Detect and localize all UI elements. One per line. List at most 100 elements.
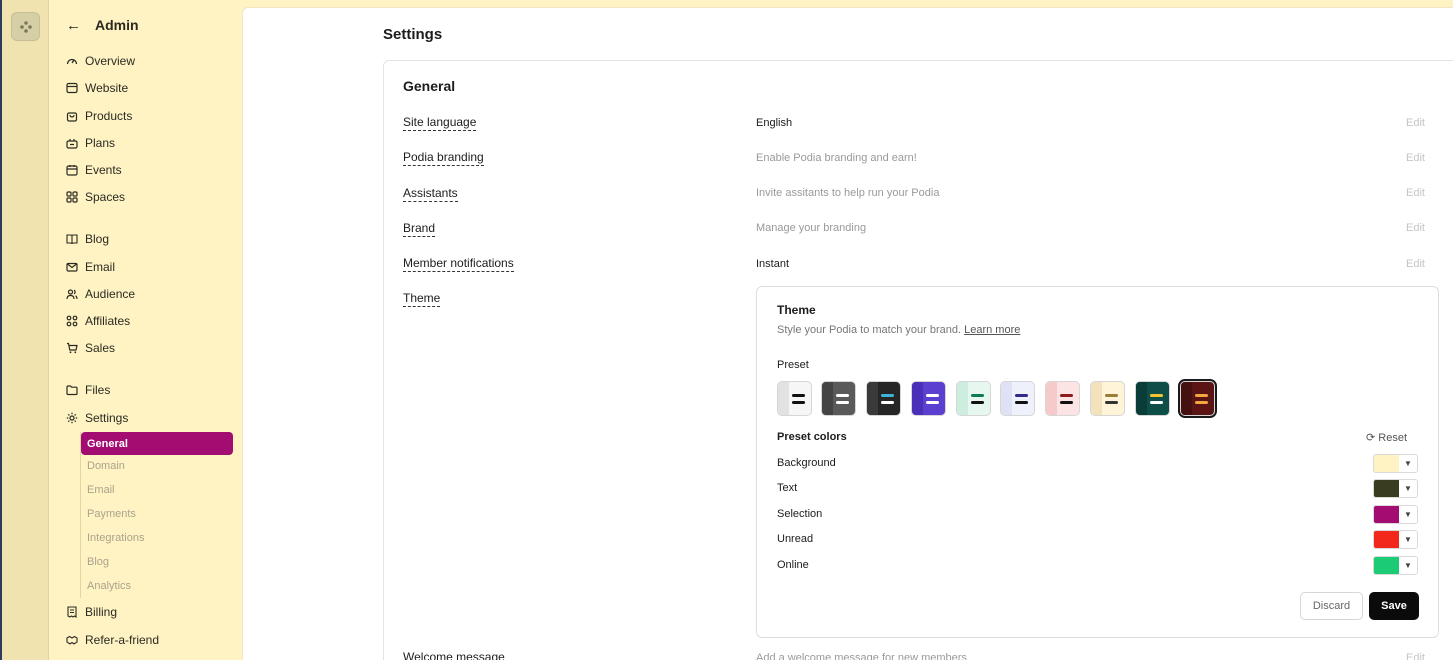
sidebar-item-website[interactable]: Website bbox=[66, 78, 236, 98]
swatch-sidebar bbox=[1091, 382, 1102, 415]
theme-preset-swatch[interactable] bbox=[1135, 381, 1170, 416]
submenu-item-general[interactable]: General bbox=[81, 432, 233, 455]
sidebar-item-overview[interactable]: Overview bbox=[66, 51, 236, 71]
sidebar-item-label: Website bbox=[85, 81, 129, 95]
sidebar-title: Admin bbox=[95, 17, 139, 33]
color-label-text: Text bbox=[777, 482, 798, 494]
setting-label-theme[interactable]: Theme bbox=[403, 291, 441, 307]
setting-label-assistants[interactable]: Assistants bbox=[403, 186, 458, 202]
theme-preset-swatch[interactable] bbox=[1090, 381, 1125, 416]
color-label-online: Online bbox=[777, 559, 809, 571]
sidebar-item-events[interactable]: Events bbox=[66, 160, 236, 180]
theme-preset-swatch[interactable] bbox=[821, 381, 856, 416]
chevron-down-icon: ▼ bbox=[1399, 506, 1417, 523]
color-picker-unread[interactable]: ▼ bbox=[1373, 530, 1418, 549]
sidebar-item-audience[interactable]: Audience bbox=[66, 284, 236, 304]
edit-assistants-link[interactable]: Edit bbox=[1406, 187, 1425, 199]
submenu-item-email[interactable]: Email bbox=[81, 478, 233, 501]
cart-icon bbox=[67, 342, 78, 354]
swatch-sidebar bbox=[957, 382, 968, 415]
general-settings-card: General Site language English Edit Podia… bbox=[383, 60, 1453, 660]
color-picker-selection[interactable]: ▼ bbox=[1373, 505, 1418, 524]
swatch-sidebar bbox=[822, 382, 833, 415]
theme-preset-swatch[interactable] bbox=[777, 381, 812, 416]
theme-preset-swatch[interactable] bbox=[911, 381, 946, 416]
sidebar-item-billing[interactable]: Billing bbox=[66, 602, 236, 622]
save-button[interactable]: Save bbox=[1369, 592, 1419, 620]
sidebar-item-settings[interactable]: Settings bbox=[66, 408, 236, 428]
theme-preset-swatch[interactable] bbox=[1000, 381, 1035, 416]
discard-button[interactable]: Discard bbox=[1300, 592, 1363, 620]
learn-more-link[interactable]: Learn more bbox=[964, 324, 1020, 336]
sidebar-item-label: Blog bbox=[85, 232, 110, 246]
setting-label-member-notifications[interactable]: Member notifications bbox=[403, 256, 514, 272]
sidebar-item-label: Audience bbox=[85, 287, 136, 301]
sidebar-item-spaces[interactable]: Spaces bbox=[66, 187, 236, 207]
theme-preset-swatch[interactable] bbox=[866, 381, 901, 416]
submenu-item-payments[interactable]: Payments bbox=[81, 502, 233, 525]
theme-preset-swatch[interactable] bbox=[1045, 381, 1080, 416]
sidebar-item-label: Billing bbox=[85, 605, 118, 619]
edit-member-notifications-link[interactable]: Edit bbox=[1406, 258, 1425, 270]
sidebar-item-refer-a-friend[interactable]: Refer-a-friend bbox=[66, 630, 236, 650]
sidebar-item-products[interactable]: Products bbox=[66, 106, 236, 126]
sidebar-item-label: Files bbox=[85, 383, 111, 397]
submenu-item-analytics[interactable]: Analytics bbox=[81, 574, 233, 597]
gear-icon bbox=[66, 412, 78, 424]
sidebar-item-plans[interactable]: Plans bbox=[66, 133, 236, 153]
chevron-down-icon: ▼ bbox=[1399, 531, 1417, 548]
color-picker-background[interactable]: ▼ bbox=[1373, 454, 1418, 473]
color-label-selection: Selection bbox=[777, 508, 823, 520]
setting-label-brand[interactable]: Brand bbox=[403, 221, 436, 237]
swatch-bar bbox=[1105, 394, 1118, 397]
sidebar-item-blog[interactable]: Blog bbox=[66, 229, 236, 249]
sidebar-item-sales[interactable]: Sales bbox=[66, 338, 236, 358]
calendar-icon bbox=[66, 165, 78, 176]
back-arrow-icon[interactable]: ← bbox=[66, 17, 81, 34]
sidebar-item-label: Email bbox=[85, 260, 116, 274]
chevron-down-icon: ▼ bbox=[1399, 557, 1417, 574]
sidebar-item-label: Plans bbox=[85, 136, 116, 150]
color-chip-unread bbox=[1374, 531, 1399, 548]
submenu-item-integrations[interactable]: Integrations bbox=[81, 526, 233, 549]
swatch-sidebar bbox=[867, 382, 878, 415]
setting-label-podia-branding[interactable]: Podia branding bbox=[403, 150, 484, 166]
sidebar-item-label: Settings bbox=[85, 411, 129, 425]
browser-window-icon bbox=[66, 82, 78, 94]
reset-colors-button[interactable]: ⟳ Reset bbox=[1366, 431, 1407, 444]
swatch-bar bbox=[836, 394, 849, 397]
swatch-sidebar bbox=[1046, 382, 1057, 415]
edit-podia-branding-link[interactable]: Edit bbox=[1406, 152, 1425, 164]
sidebar-item-label: Affiliates bbox=[85, 314, 131, 328]
sidebar: ← Admin Overview Website Products Plans … bbox=[50, 0, 241, 660]
sidebar-item-label: Overview bbox=[85, 54, 136, 68]
sidebar-item-affiliates[interactable]: Affiliates bbox=[66, 311, 236, 331]
sidebar-item-email[interactable]: Email bbox=[66, 257, 236, 277]
theme-preset-swatch[interactable] bbox=[956, 381, 991, 416]
color-picker-text[interactable]: ▼ bbox=[1373, 479, 1418, 498]
edit-brand-link[interactable]: Edit bbox=[1406, 222, 1425, 234]
swatch-bar bbox=[971, 394, 984, 397]
affiliates-icon bbox=[66, 315, 78, 327]
swatch-bar bbox=[792, 394, 805, 397]
setting-label-welcome-message[interactable]: Welcome message bbox=[403, 650, 505, 660]
receipt-icon bbox=[67, 606, 77, 618]
sidebar-item-label: Spaces bbox=[85, 190, 126, 204]
setting-value-brand: Manage your branding bbox=[756, 222, 867, 234]
folder-icon bbox=[66, 385, 78, 396]
envelope-icon bbox=[66, 262, 78, 272]
theme-preset-swatch[interactable] bbox=[1178, 379, 1217, 418]
swatch-bar bbox=[926, 401, 939, 404]
users-icon bbox=[66, 289, 78, 300]
swatch-bar bbox=[1195, 401, 1208, 404]
app-logo-icon[interactable] bbox=[11, 12, 40, 41]
submenu-item-domain[interactable]: Domain bbox=[81, 454, 233, 477]
submenu-item-blog[interactable]: Blog bbox=[81, 550, 233, 573]
edit-site-language-link[interactable]: Edit bbox=[1406, 117, 1425, 129]
swatch-bar bbox=[836, 401, 849, 404]
edit-welcome-message-link[interactable]: Edit bbox=[1406, 652, 1425, 660]
card-title: General bbox=[403, 78, 456, 94]
setting-label-site-language[interactable]: Site language bbox=[403, 115, 477, 131]
sidebar-item-files[interactable]: Files bbox=[66, 380, 236, 400]
color-picker-online[interactable]: ▼ bbox=[1373, 556, 1418, 575]
